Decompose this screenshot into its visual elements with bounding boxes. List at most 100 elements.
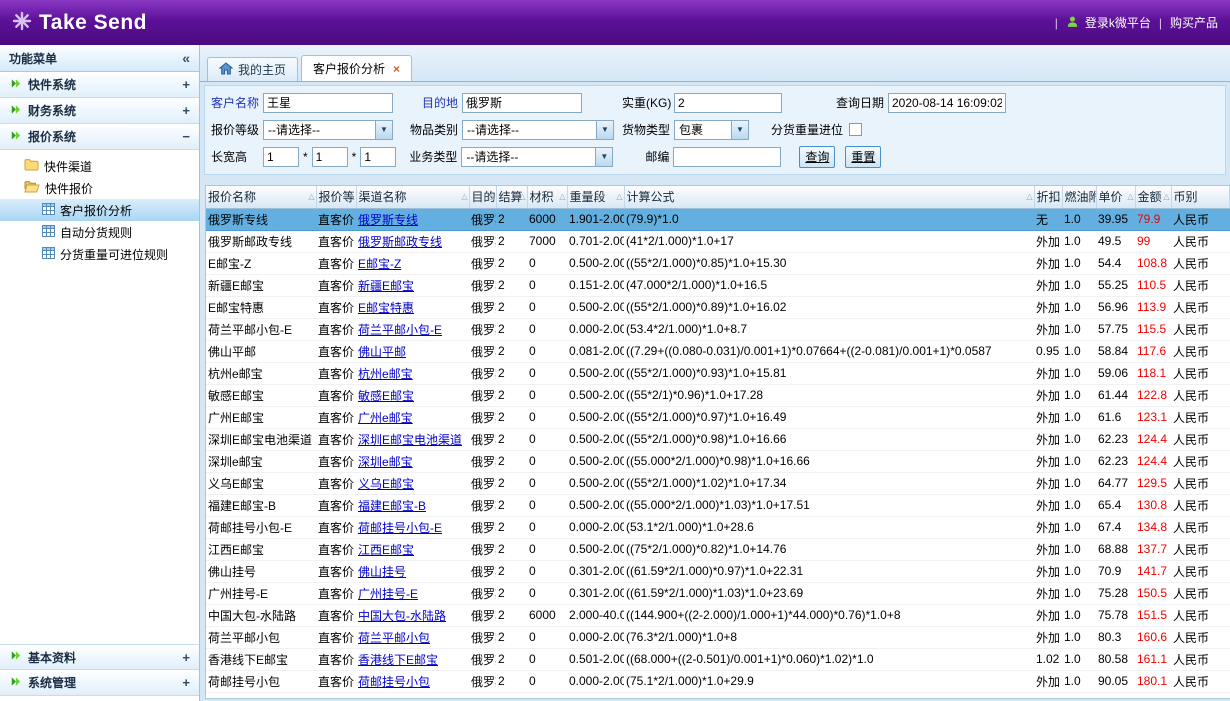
- column-header-discount[interactable]: 折扣△: [1034, 186, 1062, 208]
- quote-row[interactable]: 义乌E邮宝直客价义乌E邮宝俄罗斯200.500-2.000((55*2/1.00…: [206, 472, 1230, 494]
- sort-icon[interactable]: △: [1163, 192, 1169, 201]
- search-button[interactable]: 查询: [799, 146, 835, 168]
- quote-row[interactable]: 中国大包-水陆路直客价中国大包-水陆路俄罗斯260002.000-40.00((…: [206, 604, 1230, 626]
- expand-icon[interactable]: +: [182, 103, 190, 118]
- quote-row[interactable]: 俄罗斯专线直客价俄罗斯专线俄罗斯260001.901-2.000(79.9)*1…: [206, 208, 1230, 230]
- channel-link[interactable]: 敏感E邮宝: [358, 389, 414, 403]
- cargo-type-select[interactable]: 包裹 ▼: [674, 120, 749, 140]
- quote-row[interactable]: 江西E邮宝直客价江西E邮宝俄罗斯200.500-2.000((75*2/1.00…: [206, 538, 1230, 560]
- split-weight-carry-checkbox[interactable]: [849, 123, 862, 136]
- channel-link[interactable]: 荷兰平邮小包-E: [358, 323, 442, 337]
- channel-link[interactable]: 广州e邮宝: [358, 411, 413, 425]
- column-header-currency[interactable]: 币别: [1171, 186, 1230, 208]
- column-header-level[interactable]: 报价等△: [316, 186, 356, 208]
- quote-row[interactable]: 敏感E邮宝直客价敏感E邮宝俄罗斯200.500-2.000((55*2/1)*0…: [206, 384, 1230, 406]
- channel-link[interactable]: 荷邮挂号小包: [358, 675, 430, 689]
- channel-link[interactable]: 荷邮挂号小包-E: [358, 521, 442, 535]
- column-header-formula[interactable]: 计算公式△: [624, 186, 1034, 208]
- channel-link[interactable]: 香港线下E邮宝: [358, 653, 438, 667]
- quote-row[interactable]: 荷兰平邮小包-E直客价荷兰平邮小包-E俄罗斯200.000-2.000(53.4…: [206, 318, 1230, 340]
- channel-link[interactable]: 江西E邮宝: [358, 543, 414, 557]
- chevron-down-icon[interactable]: ▼: [731, 121, 748, 139]
- chevron-down-icon[interactable]: ▼: [596, 121, 613, 139]
- tree-leaf-weight-carry-rules[interactable]: 分货重量可进位规则: [0, 243, 199, 265]
- postcode-input[interactable]: [673, 147, 781, 167]
- column-header-weight_range[interactable]: 重量段△: [567, 186, 624, 208]
- channel-link[interactable]: 俄罗斯邮政专线: [358, 235, 442, 249]
- length-input[interactable]: [263, 147, 299, 167]
- quote-row[interactable]: 佛山平邮直客价佛山平邮俄罗斯200.081-2.000((7.29+((0.08…: [206, 340, 1230, 362]
- channel-link[interactable]: 新疆E邮宝: [358, 279, 414, 293]
- column-header-name[interactable]: 报价名称△: [206, 186, 316, 208]
- column-header-unit_price[interactable]: 单价△: [1096, 186, 1135, 208]
- actual-weight-input[interactable]: [674, 93, 782, 113]
- chevron-down-icon[interactable]: ▼: [375, 121, 392, 139]
- column-header-channel[interactable]: 渠道名称△: [356, 186, 469, 208]
- close-tab-icon[interactable]: ×: [393, 62, 400, 76]
- channel-link[interactable]: 深圳e邮宝: [358, 455, 413, 469]
- quote-row[interactable]: 荷邮挂号小包直客价荷邮挂号小包俄罗斯200.000-2.000(75.1*2/1…: [206, 670, 1230, 692]
- quote-row[interactable]: 深圳e邮宝直客价深圳e邮宝俄罗斯200.500-2.000((55.000*2/…: [206, 450, 1230, 472]
- sort-icon[interactable]: △: [488, 192, 494, 201]
- column-header-volume[interactable]: 材积△: [527, 186, 567, 208]
- query-date-input[interactable]: [888, 93, 1006, 113]
- channel-link[interactable]: E邮宝特惠: [358, 301, 414, 315]
- sort-icon[interactable]: △: [1127, 192, 1133, 201]
- buy-product-link[interactable]: 购买产品: [1170, 14, 1218, 31]
- sort-icon[interactable]: △: [519, 192, 525, 201]
- business-type-select[interactable]: --请选择-- ▼: [461, 147, 613, 167]
- expand-icon[interactable]: +: [182, 675, 190, 690]
- tree-folder-express-quote[interactable]: 快件报价: [0, 177, 199, 199]
- tree-leaf-customer-quote-analysis[interactable]: 客户报价分析: [0, 199, 199, 221]
- channel-link[interactable]: 杭州e邮宝: [358, 367, 413, 381]
- quote-row[interactable]: 广州E邮宝直客价广州e邮宝俄罗斯200.500-2.000((55*2/1.00…: [206, 406, 1230, 428]
- channel-link[interactable]: 俄罗斯专线: [358, 213, 418, 227]
- sort-icon[interactable]: △: [348, 192, 354, 201]
- channel-link[interactable]: 中国大包-水陆路: [358, 609, 446, 623]
- quote-row[interactable]: 深圳E邮宝电池渠道直客价深圳E邮宝电池渠道俄罗斯200.500-2.000((5…: [206, 428, 1230, 450]
- quote-row[interactable]: E邮宝-Z直客价E邮宝-Z俄罗斯200.500-2.000((55*2/1.00…: [206, 252, 1230, 274]
- sort-icon[interactable]: △: [1026, 192, 1032, 201]
- sidebar-item-quote-system[interactable]: 报价系统 −: [0, 124, 199, 150]
- column-header-fuel[interactable]: 燃油附△: [1062, 186, 1096, 208]
- customer-name-input[interactable]: [263, 93, 393, 113]
- sort-icon[interactable]: △: [308, 192, 314, 201]
- width-input[interactable]: [312, 147, 348, 167]
- expand-icon[interactable]: +: [182, 650, 190, 665]
- sidebar-item-system-management[interactable]: 系统管理 +: [0, 670, 199, 696]
- sidebar-item-basic-data[interactable]: 基本资料 +: [0, 644, 199, 670]
- sort-icon[interactable]: △: [461, 192, 467, 201]
- login-link[interactable]: 登录k微平台: [1085, 14, 1151, 31]
- expand-icon[interactable]: +: [182, 77, 190, 92]
- column-header-dest[interactable]: 目的△: [469, 186, 496, 208]
- channel-link[interactable]: 广州挂号-E: [358, 587, 418, 601]
- reset-button[interactable]: 重置: [845, 146, 881, 168]
- sort-icon[interactable]: △: [559, 192, 565, 201]
- quote-row[interactable]: 杭州e邮宝直客价杭州e邮宝俄罗斯200.500-2.000((55*2/1.00…: [206, 362, 1230, 384]
- item-category-select[interactable]: --请选择-- ▼: [462, 120, 614, 140]
- quote-row[interactable]: 荷兰平邮小包直客价荷兰平邮小包俄罗斯200.000-2.000(76.3*2/1…: [206, 626, 1230, 648]
- destination-input[interactable]: [462, 93, 582, 113]
- channel-link[interactable]: 深圳E邮宝电池渠道: [358, 433, 462, 447]
- sort-icon[interactable]: △: [616, 192, 622, 201]
- sidebar-item-finance-system[interactable]: 财务系统 +: [0, 98, 199, 124]
- channel-link[interactable]: 佛山平邮: [358, 345, 406, 359]
- channel-link[interactable]: 荷兰平邮小包: [358, 631, 430, 645]
- quote-row[interactable]: 荷邮挂号小包-E直客价荷邮挂号小包-E俄罗斯200.000-2.000(53.1…: [206, 516, 1230, 538]
- sort-icon[interactable]: △: [1088, 192, 1094, 201]
- channel-link[interactable]: 佛山挂号: [358, 565, 406, 579]
- tab-my-homepage[interactable]: 我的主页: [207, 57, 298, 81]
- collapse-section-icon[interactable]: −: [182, 129, 190, 144]
- channel-link[interactable]: E邮宝-Z: [358, 257, 401, 271]
- tree-item-express-channel[interactable]: 快件渠道: [0, 155, 199, 177]
- quote-row[interactable]: 福建E邮宝-B直客价福建E邮宝-B俄罗斯200.500-2.000((55.00…: [206, 494, 1230, 516]
- quote-row[interactable]: E邮宝特惠直客价E邮宝特惠俄罗斯200.500-2.000((55*2/1.00…: [206, 296, 1230, 318]
- column-header-amount[interactable]: 金额△: [1135, 186, 1171, 208]
- height-input[interactable]: [360, 147, 396, 167]
- column-header-settle[interactable]: 结算△: [496, 186, 527, 208]
- channel-link[interactable]: 福建E邮宝-B: [358, 499, 426, 513]
- quote-row[interactable]: 香港线下E邮宝直客价香港线下E邮宝俄罗斯200.501-2.000((68.00…: [206, 648, 1230, 670]
- quote-row[interactable]: 俄罗斯邮政专线直客价俄罗斯邮政专线俄罗斯270000.701-2.000(41*…: [206, 230, 1230, 252]
- tab-customer-quote-analysis[interactable]: 客户报价分析 ×: [301, 55, 412, 81]
- sort-icon[interactable]: △: [1054, 192, 1060, 201]
